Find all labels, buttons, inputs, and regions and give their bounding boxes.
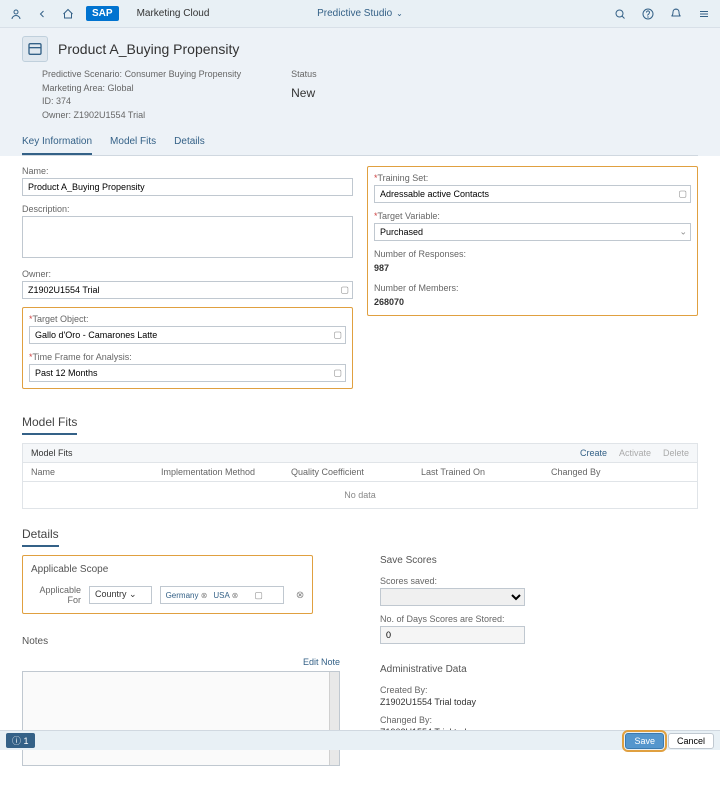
training-highlight: Training Set: ▢ Target Variable: ⌄ Numbe…	[367, 166, 698, 316]
responses-value: 987	[374, 261, 691, 275]
training-set-input[interactable]	[374, 185, 691, 203]
help-icon[interactable]	[640, 6, 656, 22]
target-object-label: Target Object:	[29, 314, 346, 324]
section-details: Details	[22, 527, 59, 547]
admin-data-title: Administrative Data	[380, 664, 698, 675]
value-help-icon[interactable]: ▢	[340, 285, 349, 296]
scope-tags[interactable]: Germany ⊗ USA ⊗ ▢	[160, 586, 284, 604]
target-variable-select[interactable]	[374, 223, 691, 241]
col-trained[interactable]: Last Trained On	[421, 467, 551, 477]
table-empty: No data	[22, 482, 698, 509]
created-by-value: Z1902U1554 Trial today	[380, 697, 698, 707]
top-bar: SAP Marketing Cloud Predictive Studio ⌄	[0, 0, 720, 28]
back-icon[interactable]	[34, 6, 50, 22]
scrollbar[interactable]	[329, 672, 339, 765]
value-help-icon[interactable]: ▢	[254, 590, 263, 601]
tag-germany[interactable]: Germany ⊗	[166, 591, 208, 600]
value-help-icon[interactable]: ▢	[678, 189, 687, 200]
message-badge[interactable]: ⓘ 1	[6, 733, 35, 748]
scope-select[interactable]: Country ⌄	[89, 586, 152, 604]
target-highlight: Target Object: ▢ Time Frame for Analysis…	[22, 307, 353, 389]
status-value: New	[291, 84, 317, 102]
members-value: 268070	[374, 295, 691, 309]
target-object-input[interactable]	[29, 326, 346, 344]
notification-icon[interactable]	[668, 6, 684, 22]
scope-label: Applicable For	[31, 585, 81, 605]
tag-usa[interactable]: USA ⊗	[213, 591, 238, 600]
description-input[interactable]	[22, 216, 353, 258]
tabs: Key Information Model Fits Details	[22, 130, 698, 156]
name-label: Name:	[22, 166, 353, 176]
chevron-down-icon[interactable]: ⌄	[679, 227, 687, 238]
breadcrumb: Marketing Cloud	[137, 8, 210, 19]
clear-icon[interactable]: ⊗	[296, 590, 304, 601]
col-changed[interactable]: Changed By	[551, 467, 689, 477]
section-model-fits: Model Fits	[22, 415, 77, 435]
menu-icon[interactable]	[696, 6, 712, 22]
table-title: Model Fits	[31, 448, 73, 458]
model-icon	[22, 36, 48, 62]
meta-info: Predictive Scenario: Consumer Buying Pro…	[42, 68, 241, 122]
footer: ⓘ 1 Save Cancel	[0, 730, 720, 750]
tab-key-information[interactable]: Key Information	[22, 130, 92, 155]
chevron-down-icon: ⌄	[396, 9, 403, 18]
name-input[interactable]	[22, 178, 353, 196]
tab-model-fits[interactable]: Model Fits	[110, 130, 156, 155]
tag-close-icon[interactable]: ⊗	[201, 591, 208, 600]
col-implementation[interactable]: Implementation Method	[161, 467, 291, 477]
notes-textarea[interactable]	[22, 671, 340, 766]
status-label: Status	[291, 68, 317, 82]
col-name[interactable]: Name	[31, 467, 161, 477]
user-icon[interactable]	[8, 6, 24, 22]
scope-highlight: Applicable Scope Applicable For Country …	[22, 555, 313, 614]
save-scores-title: Save Scores	[380, 555, 698, 566]
page-title: Product A_Buying Propensity	[58, 41, 239, 57]
days-stored-input[interactable]	[380, 626, 525, 644]
scope-title: Applicable Scope	[31, 564, 304, 575]
created-by-label: Created By:	[380, 685, 698, 695]
save-button[interactable]: Save	[625, 733, 664, 749]
col-quality[interactable]: Quality Coefficient	[291, 467, 421, 477]
owner-input[interactable]	[22, 281, 353, 299]
scores-saved-select[interactable]	[380, 588, 525, 606]
description-label: Description:	[22, 204, 353, 214]
changed-by-label: Changed By:	[380, 715, 698, 725]
value-help-icon[interactable]: ▢	[333, 368, 342, 379]
tab-details[interactable]: Details	[174, 130, 205, 155]
training-set-label: Training Set:	[374, 173, 691, 183]
days-stored-label: No. of Days Scores are Stored:	[380, 614, 698, 624]
notes-title: Notes	[22, 636, 340, 647]
tag-close-icon[interactable]: ⊗	[232, 591, 239, 600]
nav-dropdown[interactable]: Predictive Studio ⌄	[317, 8, 403, 19]
activate-button: Activate	[619, 448, 651, 458]
search-icon[interactable]	[612, 6, 628, 22]
timeframe-label: Time Frame for Analysis:	[29, 352, 346, 362]
cancel-button[interactable]: Cancel	[668, 733, 714, 749]
sap-logo: SAP	[86, 6, 119, 21]
page-header: Product A_Buying Propensity Predictive S…	[0, 28, 720, 156]
responses-label: Number of Responses:	[374, 249, 691, 259]
home-icon[interactable]	[60, 6, 76, 22]
value-help-icon[interactable]: ▢	[333, 330, 342, 341]
scores-saved-label: Scores saved:	[380, 576, 698, 586]
target-variable-label: Target Variable:	[374, 211, 691, 221]
owner-label: Owner:	[22, 269, 353, 279]
members-label: Number of Members:	[374, 283, 691, 293]
table-columns: Name Implementation Method Quality Coeff…	[22, 463, 698, 482]
timeframe-input[interactable]	[29, 364, 346, 382]
nav-title: Predictive Studio	[317, 8, 392, 19]
create-button[interactable]: Create	[580, 448, 607, 458]
delete-button: Delete	[663, 448, 689, 458]
edit-note-link[interactable]: Edit Note	[22, 657, 340, 667]
